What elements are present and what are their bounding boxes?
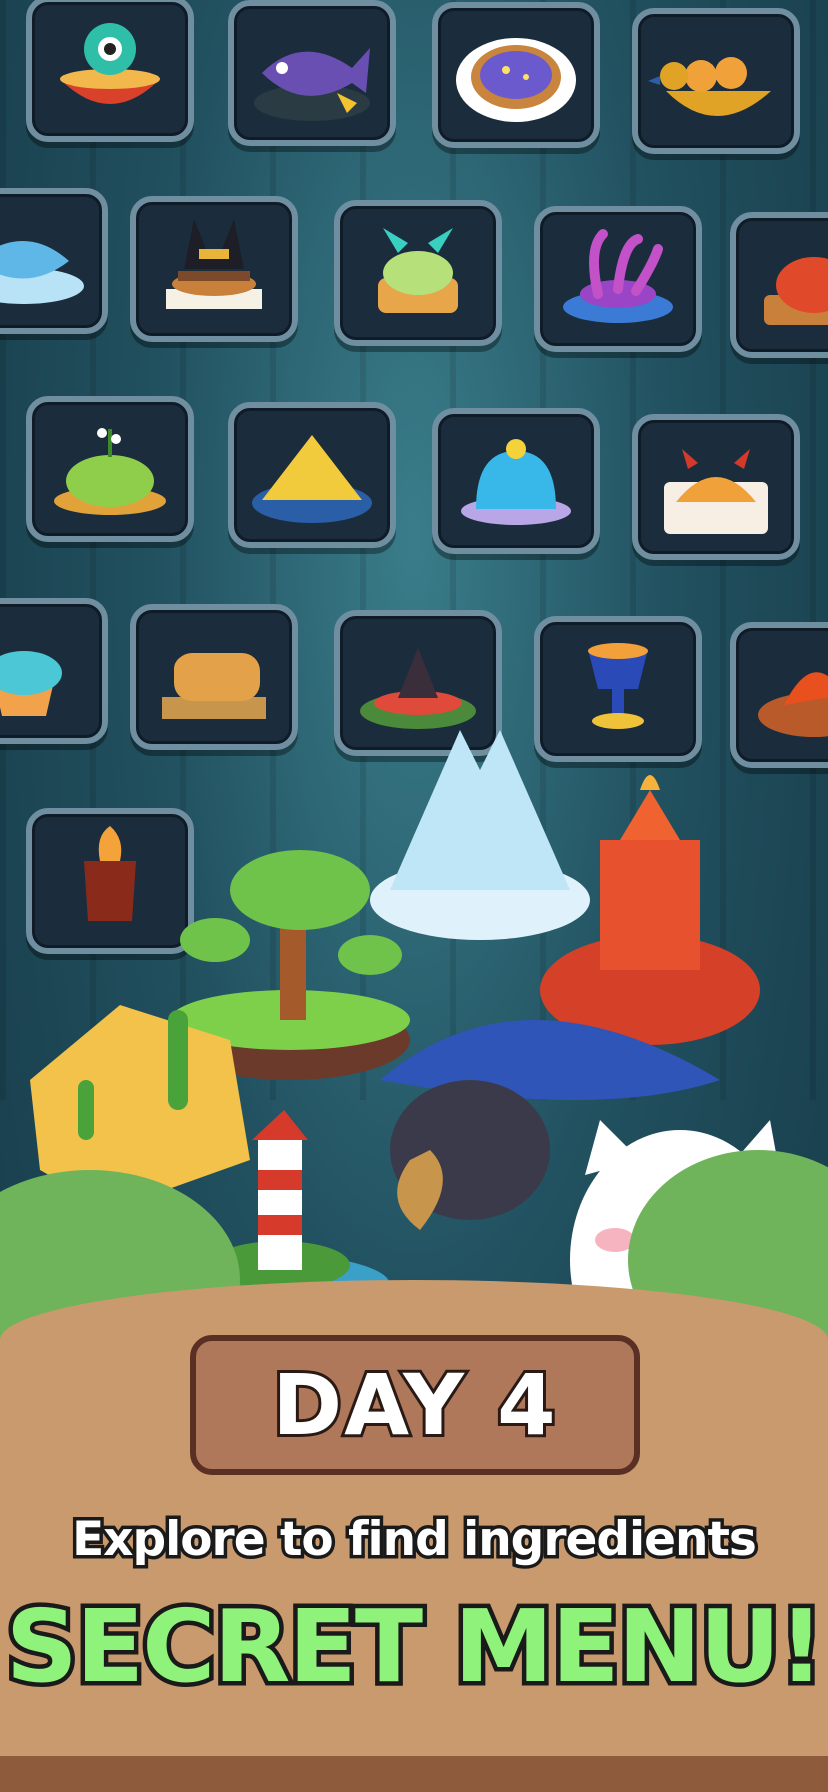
day-label: DAY 4 (269, 1353, 558, 1457)
headline-text: SECRET MENU! (1, 1584, 828, 1710)
game-screen: DAY 4 Explore to find ingredients SECRET… (0, 0, 828, 1792)
floor-edge (0, 1756, 828, 1792)
subtitle-text: Explore to find ingredients (69, 1509, 761, 1571)
ice-island (370, 730, 590, 940)
day-sign: DAY 4 (190, 1335, 640, 1475)
